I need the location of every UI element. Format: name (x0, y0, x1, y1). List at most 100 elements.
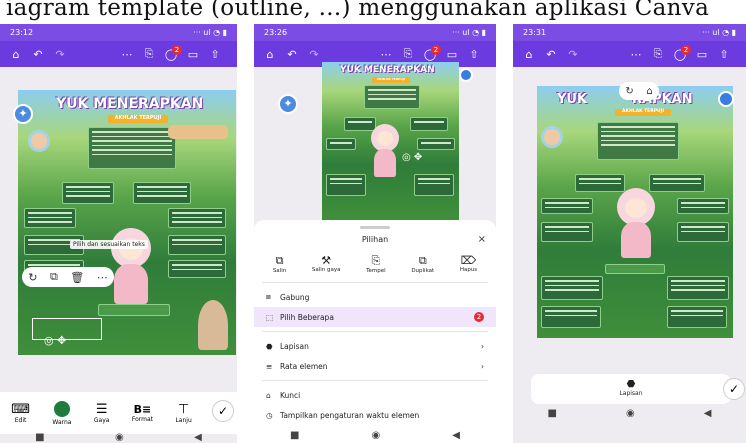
more-icon[interactable]: ⋯ (97, 271, 108, 284)
close-icon[interactable]: × (478, 234, 486, 245)
more-icon[interactable]: ⋯ (378, 48, 394, 61)
recents-icon[interactable]: ■ (35, 432, 44, 443)
selection-box[interactable] (32, 318, 102, 340)
menu-timing[interactable]: ◷ Tampilkan pengaturan waktu elemen (254, 405, 496, 425)
redo-icon[interactable]: ↷ (565, 48, 581, 61)
rotate-handle[interactable]: ◎ ✥ (44, 334, 66, 347)
layers-label: Lapisan (619, 390, 643, 397)
home-icon[interactable]: ⌂ (521, 48, 537, 61)
poster-canvas[interactable]: YUK RAPKAN AKHLAK TERPUJI (537, 86, 733, 338)
paste-action[interactable]: ⎘ Tempel (366, 254, 386, 274)
poster-canvas[interactable]: YUK MENERAPKAN AKHLAK TERPUJI (322, 62, 459, 220)
home-nav-icon[interactable]: ◉ (115, 432, 124, 443)
dock-edit[interactable]: ⌨ Edit (11, 402, 30, 424)
copy-style-action[interactable]: ⚒ Salin gaya (312, 254, 341, 274)
info-card (168, 260, 226, 278)
done-check-icon[interactable]: ✓ (723, 378, 745, 400)
sheet-handle[interactable] (360, 226, 390, 229)
dock-color[interactable]: Warna (52, 400, 71, 426)
home-icon[interactable]: ⌂ (262, 48, 278, 61)
delete-action[interactable]: ⌦ Hapus (460, 254, 477, 274)
undo-icon[interactable]: ↶ (30, 48, 46, 61)
clock: 23:31 (523, 28, 547, 37)
android-nav-bar: ■ ◉ ◀ (254, 426, 496, 443)
floating-toolbar: ↻ ⌂ (619, 82, 659, 100)
trash-icon[interactable]: 🗑 (70, 271, 84, 284)
floating-toolbar: ↻ ⧉ 🗑 ⋯ (22, 267, 114, 287)
clock: 23:26 (264, 28, 288, 37)
redo-icon[interactable]: ↷ (52, 48, 68, 61)
select-multiple-icon: ⬚ (266, 312, 274, 322)
rotate-icon[interactable]: ↻ (625, 86, 633, 97)
menu-group[interactable]: ⧈ Gabung (254, 287, 496, 307)
menu-lock[interactable]: ⌂ Kunci (254, 385, 496, 405)
recents-icon[interactable]: ■ (548, 408, 557, 419)
info-card (326, 138, 356, 150)
share-icon[interactable]: ⇧ (207, 48, 223, 61)
info-card (677, 198, 729, 214)
options-menu: ⧈ Gabung ⬚ Pilih Beberapa 2 ⬣ Lapisan › ≡ Rata… (254, 287, 496, 425)
copy-action[interactable]: ⧉ Salin (273, 254, 286, 274)
dock-format[interactable]: B≡ Format (132, 403, 153, 423)
more-icon[interactable]: ⋯ (119, 48, 135, 61)
home-icon[interactable]: ⌂ (8, 48, 24, 61)
accessibility-icon[interactable]: ✦ (13, 104, 33, 124)
intro-card (597, 122, 679, 160)
info-card (410, 117, 448, 131)
menu-select-multiple[interactable]: ⬚ Pilih Beberapa 2 (254, 307, 496, 327)
done-check-icon[interactable]: ✓ (212, 400, 234, 422)
comment-icon[interactable]: ◯ 2 (422, 44, 441, 61)
rotate-icon[interactable]: ↻ (28, 271, 37, 284)
rotate-handle[interactable]: ◎ ✥ (402, 152, 422, 163)
unlock-icon[interactable]: ⌂ (646, 86, 652, 97)
poster-title: YUK MENERAPKAN (340, 65, 435, 75)
info-card (667, 276, 729, 300)
signal-icons: ··· ul ◔ ▮ (702, 28, 736, 37)
dock-more[interactable]: ⊤ Lanju (175, 402, 191, 424)
redo-icon[interactable]: ↷ (306, 48, 322, 61)
undo-icon[interactable]: ↶ (284, 48, 300, 61)
info-card (541, 276, 603, 300)
back-icon[interactable]: ◀ (452, 430, 460, 441)
pages-icon[interactable]: ⎘ (141, 47, 157, 61)
status-bar: 23:12 ··· ul ◔ ▮ (0, 24, 237, 41)
pages-icon[interactable]: ⎘ (400, 47, 416, 61)
pages-icon[interactable]: ⎘ (650, 47, 666, 61)
comment-badge: 2 (681, 44, 691, 55)
back-icon[interactable]: ◀ (194, 432, 202, 443)
info-card (133, 182, 191, 204)
status-bar: 23:26 ··· ul ◔ ▮ (254, 24, 496, 41)
present-icon[interactable]: ▭ (694, 48, 710, 61)
copy-icon[interactable]: ⧉ (50, 270, 58, 284)
girl-character[interactable] (368, 124, 402, 184)
info-card (667, 306, 727, 328)
present-icon[interactable]: ▭ (185, 48, 201, 61)
girl-character[interactable] (613, 188, 659, 264)
signal-icons: ··· ul ◔ ▮ (452, 28, 486, 37)
selection-count-badge: 2 (474, 312, 484, 322)
boy-character (541, 126, 563, 148)
comment-icon[interactable]: ◯ 2 (163, 44, 182, 61)
comment-icon[interactable]: ◯ 2 (672, 44, 691, 61)
info-card (326, 174, 366, 196)
home-nav-icon[interactable]: ◉ (372, 430, 381, 441)
recents-icon[interactable]: ■ (290, 430, 299, 441)
phone-screen-editing: 23:12 ··· ul ◔ ▮ ⌂ ↶ ↷ ⋯ ⎘ ◯ 2 ▭ ⇧ YUK MEN… (0, 24, 237, 443)
menu-align[interactable]: ≡ Rata elemen › (254, 356, 496, 376)
chevron-right-icon: › (481, 341, 484, 351)
share-icon[interactable]: ⇧ (716, 48, 732, 61)
menu-layers[interactable]: ⬣ Lapisan › (254, 336, 496, 356)
accessibility-icon[interactable]: ✦ (278, 94, 298, 114)
info-card (417, 138, 455, 150)
boy-character (28, 130, 50, 152)
dock-style[interactable]: ☰ Gaya (94, 402, 110, 424)
back-icon[interactable]: ◀ (704, 408, 712, 419)
undo-icon[interactable]: ↶ (543, 48, 559, 61)
home-nav-icon[interactable]: ◉ (626, 408, 635, 419)
more-icon[interactable]: ⋯ (628, 48, 644, 61)
layers-bar[interactable]: ⬣ Lapisan (531, 374, 731, 404)
present-icon[interactable]: ▭ (444, 48, 460, 61)
duplicate-action[interactable]: ⧉ Duplikat (411, 254, 434, 274)
poster-canvas[interactable]: YUK MENERAPKAN AKHLAK TERPUJI Pilih dan … (18, 90, 236, 355)
share-icon[interactable]: ⇧ (466, 48, 482, 61)
